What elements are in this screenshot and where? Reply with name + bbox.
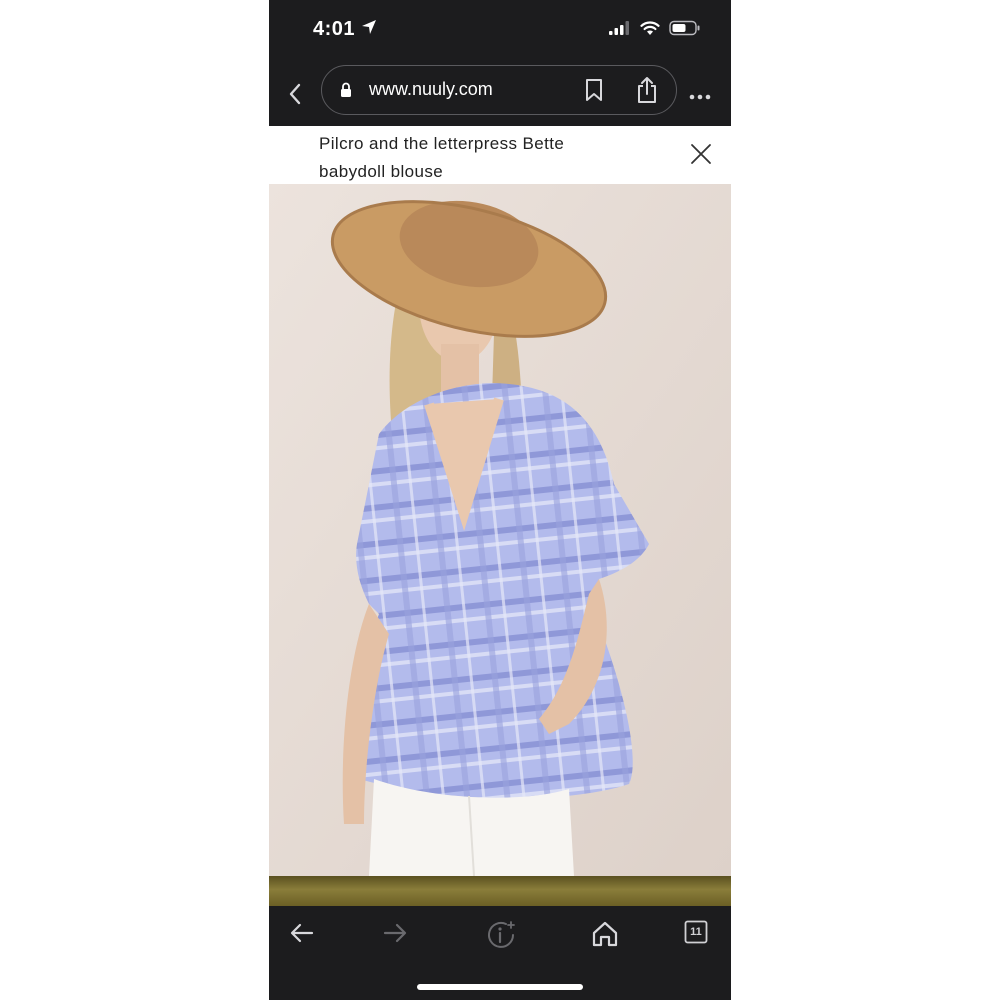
phone-screen: 4:01 www.nuuly.com Pilcro and the letter…: [269, 0, 731, 1000]
info-icon[interactable]: [486, 920, 516, 955]
status-indicators: [609, 20, 701, 41]
url-text: www.nuuly.com: [369, 79, 493, 99]
status-time-group: 4:01: [313, 18, 377, 41]
bookmark-icon[interactable]: [584, 78, 604, 107]
close-icon[interactable]: [690, 143, 712, 170]
more-icon[interactable]: [689, 80, 711, 106]
home-icon[interactable]: [591, 920, 619, 953]
share-icon[interactable]: [636, 76, 658, 109]
status-bar: 4:01: [269, 0, 731, 62]
url-field[interactable]: www.nuuly.com: [321, 65, 677, 115]
lock-icon: [340, 82, 352, 103]
decorative-strip: [269, 876, 731, 906]
wifi-icon: [640, 20, 660, 41]
back-chevron-icon[interactable]: [285, 80, 305, 108]
tab-count: 11: [690, 926, 702, 938]
tabs-icon[interactable]: 11: [684, 920, 708, 944]
signal-icon: [609, 21, 631, 40]
product-image[interactable]: [269, 184, 731, 876]
product-header: Pilcro and the letterpress Bette babydol…: [269, 126, 731, 184]
home-indicator: [417, 984, 583, 990]
location-arrow-icon: [361, 18, 377, 41]
battery-icon: [669, 20, 701, 41]
status-time: 4:01: [313, 18, 356, 40]
forward-arrow-icon[interactable]: [382, 920, 408, 951]
browser-address-bar: www.nuuly.com: [269, 62, 731, 126]
product-title: Pilcro and the letterpress Bette babydol…: [319, 134, 565, 181]
back-arrow-icon[interactable]: [289, 920, 315, 951]
